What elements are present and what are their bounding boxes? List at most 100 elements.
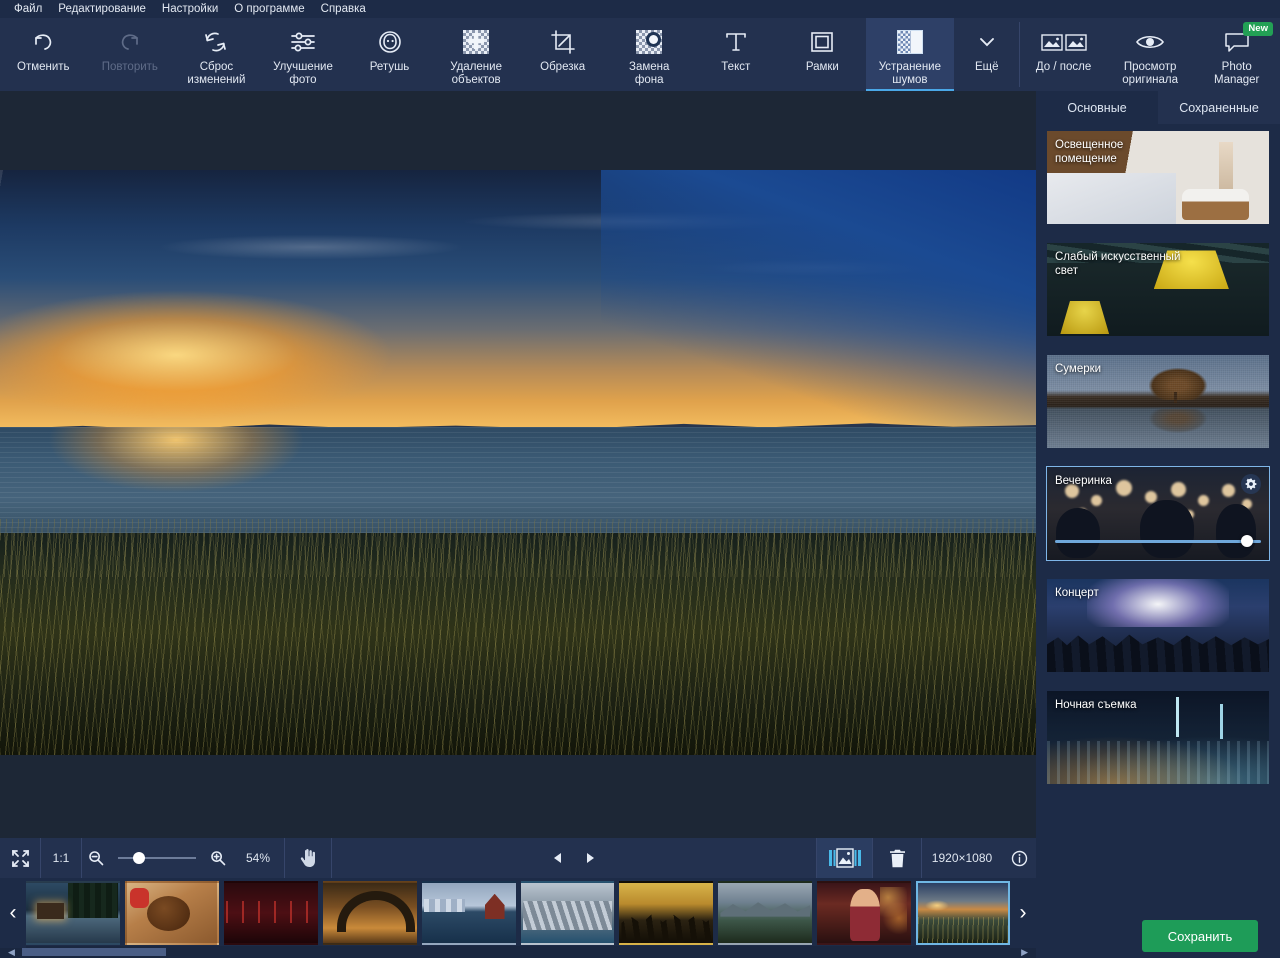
scrollbar-thumb[interactable]	[22, 948, 166, 956]
fit-to-screen-button[interactable]	[0, 838, 40, 878]
retouch-label: Ретушь	[347, 61, 433, 74]
before-after-button[interactable]: До / после	[1020, 18, 1107, 91]
main-toolbar: Отменить Повторить Сброс изменений	[0, 18, 1280, 91]
resolution-label: 1920×1080	[932, 851, 992, 865]
filmstrip-thumbnail[interactable]	[224, 881, 318, 945]
canvas-bottom-bar: 1:1 54%	[0, 838, 1036, 878]
denoise-button[interactable]: Устранение шумов	[866, 18, 955, 91]
zoom-in-button[interactable]	[204, 838, 232, 878]
new-badge: New	[1243, 22, 1273, 36]
photo-manager-label-line1: Photo	[1194, 61, 1280, 74]
reset-label-line2: изменений	[173, 74, 259, 87]
tab-saved[interactable]: Сохраненные	[1158, 91, 1280, 124]
filmstrip-thumbnail[interactable]	[817, 881, 911, 945]
text-button[interactable]: Текст	[693, 18, 780, 91]
preset-title-line2: помещение	[1055, 152, 1235, 166]
preset-title: Освещенное помещение	[1055, 138, 1235, 166]
view-original-label-line2: оригинала	[1107, 74, 1193, 87]
presets-list: Освещенное помещение Слабый искусственны…	[1036, 124, 1280, 958]
image-resolution: 1920×1080	[922, 838, 1002, 878]
zoom-out-icon	[88, 850, 104, 866]
pan-tool-button[interactable]	[285, 838, 331, 878]
enhance-label-line2: фото	[260, 74, 346, 87]
photo-manager-label-line2: Manager	[1194, 74, 1280, 87]
info-icon	[1011, 850, 1028, 867]
retouch-button[interactable]: Ретушь	[346, 18, 433, 91]
preset-card-night-shot[interactable]: Ночная съемка	[1046, 690, 1270, 785]
scroll-right-icon[interactable]: ▶	[1021, 947, 1028, 958]
crop-icon	[550, 27, 576, 57]
preset-card-concert[interactable]: Концерт	[1046, 578, 1270, 673]
zoom-slider[interactable]	[118, 852, 196, 864]
filmstrip-thumbnail[interactable]	[718, 881, 812, 945]
menu-about[interactable]: О программе	[226, 0, 312, 18]
menu-edit[interactable]: Редактирование	[50, 0, 154, 18]
filmstrip-thumbnail[interactable]	[619, 881, 713, 945]
denoise-icon	[897, 27, 923, 57]
background-replace-button[interactable]: Замена фона	[606, 18, 693, 91]
filmstrip-thumbnail[interactable]	[125, 881, 219, 945]
filmstrip-thumbnail-selected[interactable]	[916, 881, 1010, 945]
gear-icon[interactable]	[1241, 474, 1261, 494]
frames-button[interactable]: Рамки	[779, 18, 866, 91]
background-replace-label-line2: фона	[606, 74, 692, 87]
redo-label: Повторить	[87, 61, 173, 74]
hand-icon	[299, 848, 318, 868]
photo-manager-button[interactable]: New Photo Manager	[1193, 18, 1280, 91]
text-icon	[723, 27, 749, 57]
preset-intensity-slider[interactable]	[1055, 535, 1261, 547]
filmstrip-prev-button[interactable]: ‹	[0, 878, 26, 948]
save-button[interactable]: Сохранить	[1142, 920, 1258, 952]
view-original-button[interactable]: Просмотр оригинала	[1107, 18, 1194, 91]
menu-help[interactable]: Справка	[313, 0, 374, 18]
preset-title-line2: свет	[1055, 264, 1235, 278]
more-button[interactable]: Ещё	[954, 18, 1019, 91]
trash-icon	[889, 849, 906, 868]
preset-title: Концерт	[1055, 586, 1235, 600]
zoom-out-button[interactable]	[82, 838, 110, 878]
image-info-button[interactable]	[1002, 838, 1036, 878]
menu-file[interactable]: Файл	[6, 0, 50, 18]
divider	[331, 838, 332, 878]
filmstrip-thumbnail[interactable]	[521, 881, 615, 945]
preset-card-twilight[interactable]: Сумерки	[1046, 354, 1270, 449]
previous-image-button[interactable]	[542, 838, 574, 878]
preset-title: Вечеринка	[1055, 474, 1235, 488]
filmstrip-scrollbar[interactable]: ◀ ▶	[0, 946, 1036, 958]
object-removal-label-line2: объектов	[433, 74, 519, 87]
filmstrip-thumbnail[interactable]	[26, 881, 120, 945]
scroll-left-icon[interactable]: ◀	[8, 947, 15, 958]
undo-button[interactable]: Отменить	[0, 18, 87, 91]
enhance-photo-button[interactable]: Улучшение фото	[260, 18, 347, 91]
slider-knob[interactable]	[1241, 535, 1253, 547]
crop-label: Обрезка	[520, 61, 606, 74]
menu-settings[interactable]: Настройки	[154, 0, 226, 18]
preset-card-lit-room[interactable]: Освещенное помещение	[1046, 130, 1270, 225]
reset-changes-button[interactable]: Сброс изменений	[173, 18, 260, 91]
undo-icon	[30, 27, 56, 57]
sliders-icon	[289, 27, 317, 57]
filmstrip-next-button[interactable]: ›	[1010, 878, 1036, 948]
preset-card-low-artificial-light[interactable]: Слабый искусственный свет	[1046, 242, 1270, 337]
zoom-level: 54%	[232, 838, 284, 878]
tab-basic[interactable]: Основные	[1036, 91, 1158, 124]
next-image-button[interactable]	[574, 838, 606, 878]
preset-title-line1: Освещенное	[1055, 138, 1235, 152]
more-label: Ещё	[955, 61, 1019, 74]
object-removal-button[interactable]: Удаление объектов	[433, 18, 520, 91]
filmstrip-thumbnail[interactable]	[323, 881, 417, 945]
preset-card-party[interactable]: Вечеринка	[1046, 466, 1270, 561]
editor-canvas[interactable]	[0, 91, 1036, 838]
actual-size-button[interactable]: 1:1	[41, 838, 81, 878]
presets-tabs: Основные Сохраненные	[1036, 91, 1280, 124]
zoom-slider-knob[interactable]	[133, 852, 145, 864]
background-replace-label-line1: Замена	[606, 61, 692, 74]
redo-button[interactable]: Повторить	[87, 18, 174, 91]
toggle-filmstrip-button[interactable]	[817, 838, 872, 878]
filmstrip: ‹ › ◀ ▶	[0, 878, 1036, 958]
zoom-slider-track	[118, 857, 196, 859]
filmstrip-thumbnail[interactable]	[422, 881, 516, 945]
crop-button[interactable]: Обрезка	[519, 18, 606, 91]
delete-image-button[interactable]	[873, 838, 921, 878]
denoise-label-line1: Устранение	[867, 61, 953, 74]
